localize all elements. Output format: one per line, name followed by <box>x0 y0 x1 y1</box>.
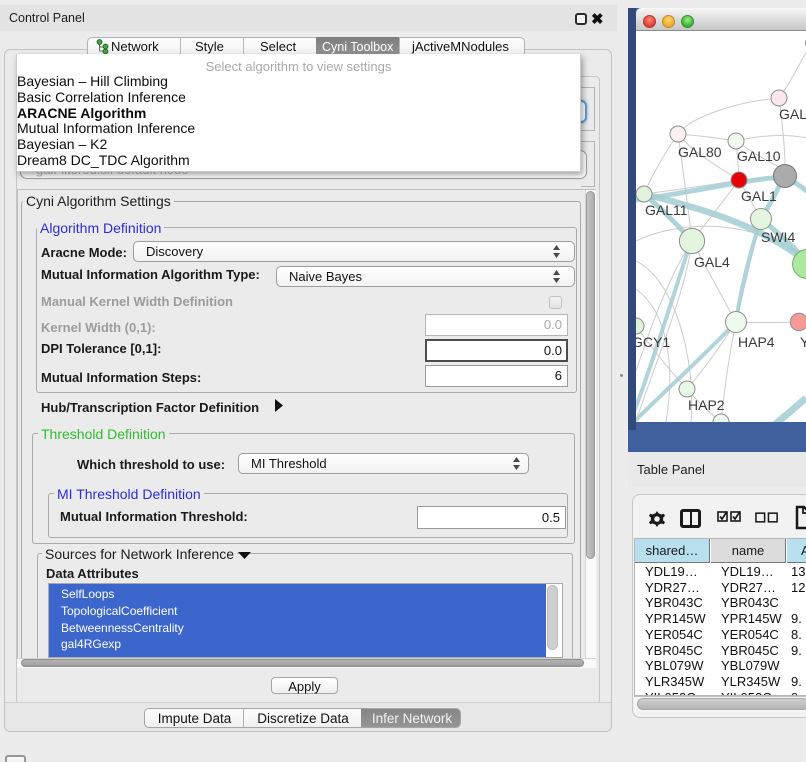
svg-text:GAL11: GAL11 <box>645 202 688 218</box>
svg-text:GAL1: GAL1 <box>741 188 777 204</box>
svg-text:HAP2: HAP2 <box>688 397 725 413</box>
svg-text:GAL10: GAL10 <box>737 148 781 164</box>
svg-text:HAP4: HAP4 <box>738 334 775 350</box>
svg-text:GAL4: GAL4 <box>694 254 730 270</box>
svg-text:SWI4: SWI4 <box>761 229 795 245</box>
svg-text:GAL80: GAL80 <box>678 144 722 160</box>
svg-text:GAL2: GAL2 <box>779 106 806 122</box>
svg-text:GCY1: GCY1 <box>636 334 670 350</box>
svg-text:YD: YD <box>800 334 806 350</box>
